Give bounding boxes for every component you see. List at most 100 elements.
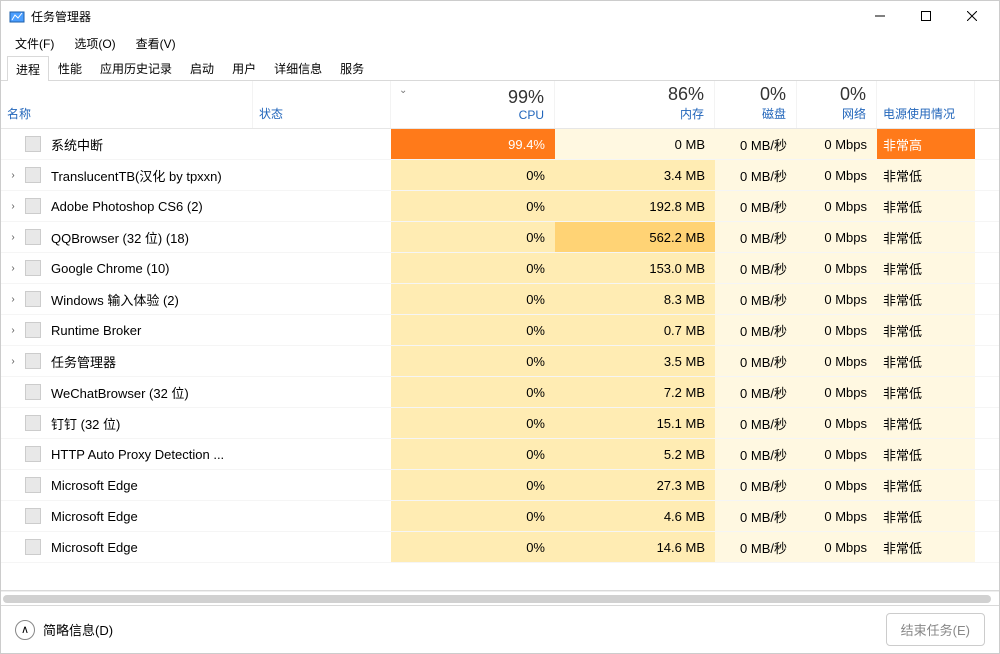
chevron-down-icon: ⌄ bbox=[399, 85, 407, 96]
table-row[interactable]: ›QQBrowser (32 位) (18)0%562.2 MB0 MB/秒0 … bbox=[1, 222, 999, 253]
process-name-label: Windows 输入体验 (2) bbox=[51, 290, 179, 309]
process-network-cell: 0 Mbps bbox=[797, 470, 877, 500]
table-row[interactable]: ›TranslucentTB(汉化 by tpxxn)0%3.4 MB0 MB/… bbox=[1, 160, 999, 191]
tab-bar: 进程 性能 应用历史记录 启动 用户 详细信息 服务 bbox=[1, 55, 999, 81]
process-cpu-cell: 0% bbox=[391, 439, 555, 469]
expand-icon[interactable]: › bbox=[5, 263, 21, 274]
process-memory-cell: 3.4 MB bbox=[555, 160, 715, 190]
process-name-label: 任务管理器 bbox=[51, 352, 116, 371]
column-header-name[interactable]: 名称 bbox=[1, 81, 253, 128]
process-disk-cell: 0 MB/秒 bbox=[715, 470, 797, 500]
process-power-cell: 非常低 bbox=[877, 253, 975, 283]
menu-view[interactable]: 查看(V) bbox=[130, 33, 182, 54]
expand-icon[interactable]: › bbox=[5, 356, 21, 367]
end-task-button[interactable]: 结束任务(E) bbox=[886, 613, 985, 646]
tab-details[interactable]: 详细信息 bbox=[265, 55, 331, 81]
table-row[interactable]: ›Windows 输入体验 (2)0%8.3 MB0 MB/秒0 Mbps非常低 bbox=[1, 284, 999, 315]
column-header-network[interactable]: 0% 网络 bbox=[797, 81, 877, 128]
column-header-status[interactable]: 状态 bbox=[253, 81, 391, 128]
process-table-scroll[interactable]: 名称 状态 ⌄ 99% CPU 86% 内存 0% bbox=[1, 81, 999, 591]
process-disk-cell: 0 MB/秒 bbox=[715, 222, 797, 252]
process-status-cell bbox=[253, 284, 391, 314]
table-row[interactable]: ›任务管理器0%3.5 MB0 MB/秒0 Mbps非常低 bbox=[1, 346, 999, 377]
table-header-row: 名称 状态 ⌄ 99% CPU 86% 内存 0% bbox=[1, 81, 999, 129]
process-cpu-cell: 0% bbox=[391, 501, 555, 531]
tab-startup[interactable]: 启动 bbox=[181, 55, 223, 81]
column-header-disk[interactable]: 0% 磁盘 bbox=[715, 81, 797, 128]
process-disk-cell: 0 MB/秒 bbox=[715, 439, 797, 469]
menu-bar: 文件(F) 选项(O) 查看(V) bbox=[1, 31, 999, 55]
process-icon bbox=[25, 508, 41, 524]
process-network-cell: 0 Mbps bbox=[797, 284, 877, 314]
expand-icon[interactable]: › bbox=[5, 232, 21, 243]
process-status-cell bbox=[253, 532, 391, 562]
process-memory-cell: 7.2 MB bbox=[555, 377, 715, 407]
column-header-memory[interactable]: 86% 内存 bbox=[555, 81, 715, 128]
process-status-cell bbox=[253, 470, 391, 500]
process-memory-cell: 192.8 MB bbox=[555, 191, 715, 221]
process-icon bbox=[25, 415, 41, 431]
process-network-cell: 0 Mbps bbox=[797, 532, 877, 562]
table-row[interactable]: 钉钉 (32 位)0%15.1 MB0 MB/秒0 Mbps非常低 bbox=[1, 408, 999, 439]
process-icon bbox=[25, 167, 41, 183]
window-controls bbox=[857, 1, 995, 31]
process-disk-cell: 0 MB/秒 bbox=[715, 377, 797, 407]
column-header-cpu[interactable]: ⌄ 99% CPU bbox=[391, 81, 555, 128]
expand-icon[interactable]: › bbox=[5, 170, 21, 181]
process-name-label: QQBrowser (32 位) (18) bbox=[51, 228, 189, 247]
process-icon bbox=[25, 322, 41, 338]
process-name-cell: WeChatBrowser (32 位) bbox=[1, 377, 253, 407]
process-name-label: Runtime Broker bbox=[51, 323, 141, 338]
menu-file[interactable]: 文件(F) bbox=[9, 33, 60, 54]
table-row[interactable]: ›Runtime Broker0%0.7 MB0 MB/秒0 Mbps非常低 bbox=[1, 315, 999, 346]
process-network-cell: 0 Mbps bbox=[797, 160, 877, 190]
process-name-cell: Microsoft Edge bbox=[1, 532, 253, 562]
expand-icon[interactable]: › bbox=[5, 201, 21, 212]
table-row[interactable]: 系统中断99.4%0 MB0 MB/秒0 Mbps非常高 bbox=[1, 129, 999, 160]
maximize-button[interactable] bbox=[903, 1, 949, 31]
process-memory-cell: 4.6 MB bbox=[555, 501, 715, 531]
process-disk-cell: 0 MB/秒 bbox=[715, 315, 797, 345]
table-row[interactable]: ›Google Chrome (10)0%153.0 MB0 MB/秒0 Mbp… bbox=[1, 253, 999, 284]
process-power-cell: 非常高 bbox=[877, 129, 975, 159]
process-power-cell: 非常低 bbox=[877, 377, 975, 407]
process-disk-cell: 0 MB/秒 bbox=[715, 129, 797, 159]
process-icon bbox=[25, 229, 41, 245]
process-status-cell bbox=[253, 129, 391, 159]
process-name-label: Google Chrome (10) bbox=[51, 261, 170, 276]
fewer-details-toggle[interactable]: ∧ 简略信息(D) bbox=[15, 620, 113, 640]
table-row[interactable]: Microsoft Edge0%27.3 MB0 MB/秒0 Mbps非常低 bbox=[1, 470, 999, 501]
tab-users[interactable]: 用户 bbox=[223, 55, 265, 81]
close-button[interactable] bbox=[949, 1, 995, 31]
table-row[interactable]: Microsoft Edge0%4.6 MB0 MB/秒0 Mbps非常低 bbox=[1, 501, 999, 532]
window-title: 任务管理器 bbox=[31, 8, 91, 25]
fewer-details-label: 简略信息(D) bbox=[43, 620, 113, 639]
column-header-power[interactable]: 电源使用情况 bbox=[877, 81, 975, 128]
tab-apphistory[interactable]: 应用历史记录 bbox=[91, 55, 181, 81]
process-name-label: HTTP Auto Proxy Detection ... bbox=[51, 447, 224, 462]
process-name-cell: 钉钉 (32 位) bbox=[1, 408, 253, 438]
process-disk-cell: 0 MB/秒 bbox=[715, 253, 797, 283]
process-disk-cell: 0 MB/秒 bbox=[715, 501, 797, 531]
tab-services[interactable]: 服务 bbox=[331, 55, 373, 81]
expand-icon[interactable]: › bbox=[5, 294, 21, 305]
process-network-cell: 0 Mbps bbox=[797, 346, 877, 376]
process-memory-cell: 153.0 MB bbox=[555, 253, 715, 283]
table-row[interactable]: Microsoft Edge0%14.6 MB0 MB/秒0 Mbps非常低 bbox=[1, 532, 999, 563]
process-network-cell: 0 Mbps bbox=[797, 377, 877, 407]
process-cpu-cell: 0% bbox=[391, 191, 555, 221]
minimize-button[interactable] bbox=[857, 1, 903, 31]
process-cpu-cell: 0% bbox=[391, 253, 555, 283]
horizontal-scrollbar[interactable] bbox=[1, 591, 999, 605]
process-cpu-cell: 0% bbox=[391, 346, 555, 376]
menu-options[interactable]: 选项(O) bbox=[68, 33, 121, 54]
expand-icon[interactable]: › bbox=[5, 325, 21, 336]
tab-processes[interactable]: 进程 bbox=[7, 56, 49, 82]
table-row[interactable]: WeChatBrowser (32 位)0%7.2 MB0 MB/秒0 Mbps… bbox=[1, 377, 999, 408]
table-row[interactable]: ›Adobe Photoshop CS6 (2)0%192.8 MB0 MB/秒… bbox=[1, 191, 999, 222]
process-icon bbox=[25, 539, 41, 555]
process-cpu-cell: 0% bbox=[391, 315, 555, 345]
table-row[interactable]: HTTP Auto Proxy Detection ...0%5.2 MB0 M… bbox=[1, 439, 999, 470]
process-status-cell bbox=[253, 501, 391, 531]
tab-performance[interactable]: 性能 bbox=[49, 55, 91, 81]
